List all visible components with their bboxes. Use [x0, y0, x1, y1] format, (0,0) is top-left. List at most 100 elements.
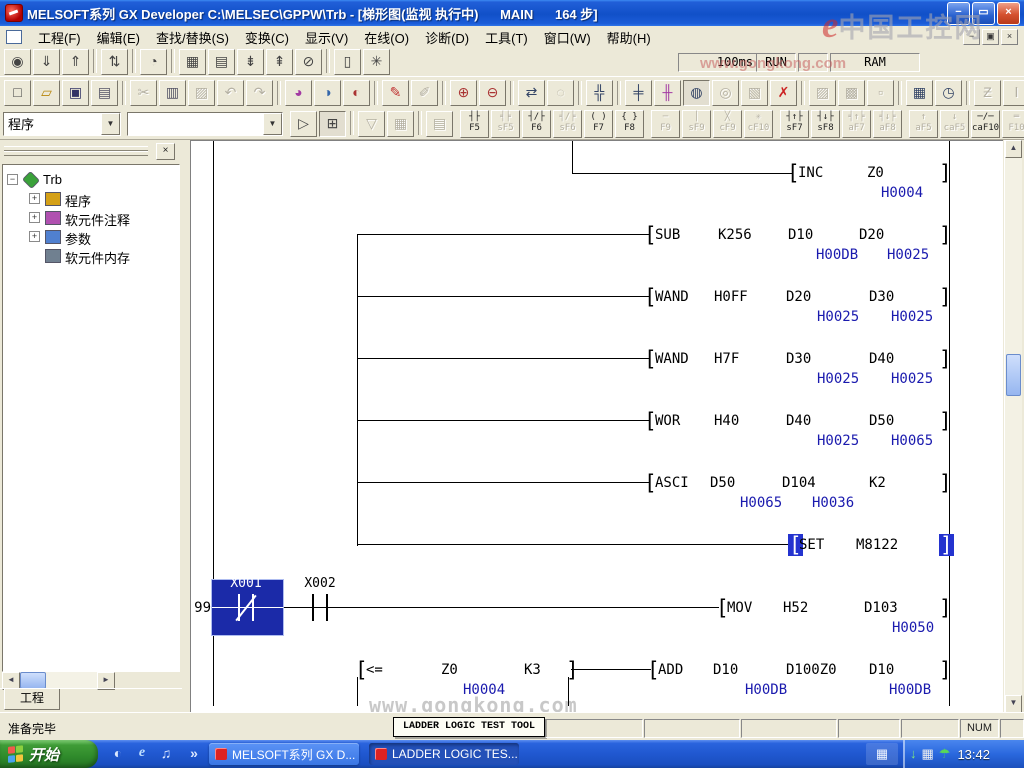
- tree-expander-icon[interactable]: −: [7, 174, 18, 185]
- menu-item-6[interactable]: 诊断(D): [417, 26, 477, 49]
- sort-icon[interactable]: ▽: [358, 111, 385, 137]
- save-project-icon[interactable]: ▣: [62, 80, 89, 106]
- instruction-operand[interactable]: D40: [869, 351, 894, 367]
- device-use-list-icon[interactable]: ◔: [140, 49, 167, 75]
- ladder-symbol-caF10-button[interactable]: ─/─caF10: [971, 110, 1000, 138]
- ladder-symbol-aF8-button[interactable]: ╡↓╞aF8: [873, 110, 902, 138]
- new-project-icon[interactable]: □: [4, 80, 31, 106]
- online-write-icon[interactable]: ▨: [809, 80, 836, 106]
- contact-bar[interactable]: [326, 594, 328, 621]
- instruction-operand[interactable]: D30: [869, 289, 894, 305]
- device-label-icon[interactable]: ⇞: [266, 49, 293, 75]
- find-instruction-icon[interactable]: ◑: [314, 80, 341, 106]
- program-check-icon[interactable]: ▧: [741, 80, 768, 106]
- restore-button[interactable]: ▭: [972, 2, 995, 25]
- copy-icon[interactable]: ▥: [159, 80, 186, 106]
- remote-icon[interactable]: ◌: [547, 80, 574, 106]
- jump-down-icon[interactable]: ⇓: [33, 49, 60, 75]
- ladder-symbol-F8-button[interactable]: { }F8: [615, 110, 644, 138]
- macro-icon[interactable]: ⊘: [295, 49, 322, 75]
- find-device-icon[interactable]: ◕: [285, 80, 312, 106]
- instruction-operand[interactable]: D10: [788, 227, 813, 243]
- contact-bar[interactable]: [312, 594, 314, 621]
- start-button[interactable]: 开始: [0, 740, 98, 768]
- instruction-operand[interactable]: D30: [786, 351, 811, 367]
- language-bar-icon[interactable]: ▦: [866, 743, 898, 765]
- paste-icon[interactable]: ▨: [188, 80, 215, 106]
- ladder-symbol-F10-button[interactable]: ═F10: [1002, 110, 1024, 138]
- write-mode-icon[interactable]: ✎: [382, 80, 409, 106]
- instruction-operand[interactable]: H7F: [714, 351, 739, 367]
- panel-hscrollbar[interactable]: ◄ ►: [2, 672, 114, 688]
- ladder-area[interactable]: www.gongkong.com [INCZ0H0004][SUBK256D10…: [190, 140, 1003, 713]
- comment-display-icon[interactable]: ▦: [179, 49, 206, 75]
- tray-device-icon[interactable]: ▦: [922, 746, 934, 762]
- program-combo[interactable]: 程序 ▼: [3, 112, 121, 136]
- ladder-symbol-F6-button[interactable]: ┤/├F6: [522, 110, 551, 138]
- scroll-thumb[interactable]: [1006, 354, 1021, 396]
- statement-display-icon[interactable]: ▤: [208, 49, 235, 75]
- menu-item-0[interactable]: 工程(F): [30, 26, 89, 49]
- step-interval-icon[interactable]: Ⅰ: [1003, 80, 1024, 106]
- ladder-symbol-aF7-button[interactable]: ╡↑╞aF7: [842, 110, 871, 138]
- instruction-name[interactable]: SET: [799, 537, 824, 553]
- project-tab[interactable]: 工程: [4, 689, 60, 710]
- instruction-name[interactable]: ADD: [658, 662, 683, 678]
- ladder-symbol-F5-button[interactable]: ┤├F5: [460, 110, 489, 138]
- undo-icon[interactable]: ↶: [217, 80, 244, 106]
- ladder-symbol-cF10-button[interactable]: ✳cF10: [744, 110, 773, 138]
- instruction-operand[interactable]: Z0: [441, 662, 458, 678]
- menu-item-8[interactable]: 窗口(W): [536, 26, 599, 49]
- read-mode-icon[interactable]: ╪: [625, 80, 652, 106]
- insert-mode-icon[interactable]: ✐: [411, 80, 438, 106]
- mdi-restore-icon[interactable]: ▣: [982, 29, 999, 45]
- menu-item-4[interactable]: 显示(V): [297, 26, 356, 49]
- find-step-icon[interactable]: ◐: [343, 80, 370, 106]
- device-batch-monitor-icon[interactable]: ▦: [906, 80, 933, 106]
- template-icon[interactable]: ▯: [334, 49, 361, 75]
- mdi-close-icon[interactable]: ×: [1001, 29, 1018, 45]
- combo-arrow-icon[interactable]: ▼: [101, 113, 120, 135]
- quick-launch-ie-icon[interactable]: e: [132, 745, 152, 761]
- scroll-up-icon[interactable]: ▲: [1005, 140, 1022, 158]
- ladder-symbol-aF5-button[interactable]: ↑aF5: [909, 110, 938, 138]
- entry-data-monitor-icon[interactable]: ◷: [935, 80, 962, 106]
- project-data-list-icon[interactable]: ⊞: [319, 111, 346, 137]
- task-button-1[interactable]: LADDER LOGIC TES...: [369, 743, 519, 765]
- ladder-symbol-caF5-button[interactable]: ↓caF5: [940, 110, 969, 138]
- instruction-name[interactable]: SUB: [655, 227, 680, 243]
- ladder-symbol-sF8-button[interactable]: ┤↓├sF8: [811, 110, 840, 138]
- instruction-name[interactable]: INC: [798, 165, 823, 181]
- comment-edit-icon[interactable]: ▷: [290, 111, 317, 137]
- instruction-operand[interactable]: H0FF: [714, 289, 748, 305]
- mdi-minimize-icon[interactable]: −: [963, 29, 980, 45]
- instruction-operand[interactable]: H52: [783, 600, 808, 616]
- close-button[interactable]: ×: [997, 2, 1020, 25]
- open-project-icon[interactable]: ▱: [33, 80, 60, 106]
- cross-reference-icon[interactable]: ⇅: [101, 49, 128, 75]
- scroll-thumb[interactable]: [20, 672, 46, 689]
- instruction-operand[interactable]: D50: [869, 413, 894, 429]
- jump-up-icon[interactable]: ⇑: [62, 49, 89, 75]
- instruction-name[interactable]: WAND: [655, 351, 689, 367]
- panel-grip[interactable]: [4, 151, 148, 156]
- find-icon[interactable]: ◉: [4, 49, 31, 75]
- verify-icon[interactable]: ▫: [867, 80, 894, 106]
- menu-item-1[interactable]: 编辑(E): [89, 26, 148, 49]
- tree-expander-icon[interactable]: +: [29, 193, 40, 204]
- tree-expander-icon[interactable]: +: [29, 212, 40, 223]
- redo-icon[interactable]: ↷: [246, 80, 273, 106]
- quick-launch-overflow-icon[interactable]: »: [184, 745, 204, 761]
- instruction-operand[interactable]: D100Z0: [786, 662, 837, 678]
- instruction-operand[interactable]: H40: [714, 413, 739, 429]
- device-combo[interactable]: ▼: [127, 112, 283, 136]
- instruction-operand[interactable]: D103: [864, 600, 898, 616]
- combo-arrow-icon[interactable]: ▼: [263, 113, 282, 135]
- zoom-out-icon[interactable]: ⊖: [479, 80, 506, 106]
- monitor-mode-icon[interactable]: ◍: [683, 80, 710, 106]
- step-run-icon[interactable]: Ƶ: [974, 80, 1001, 106]
- menu-item-5[interactable]: 在线(O): [356, 26, 417, 49]
- ladder-symbol-sF5-button[interactable]: ╡╞sF5: [491, 110, 520, 138]
- instruction-operand[interactable]: D10: [869, 662, 894, 678]
- online-change-icon[interactable]: ▩: [838, 80, 865, 106]
